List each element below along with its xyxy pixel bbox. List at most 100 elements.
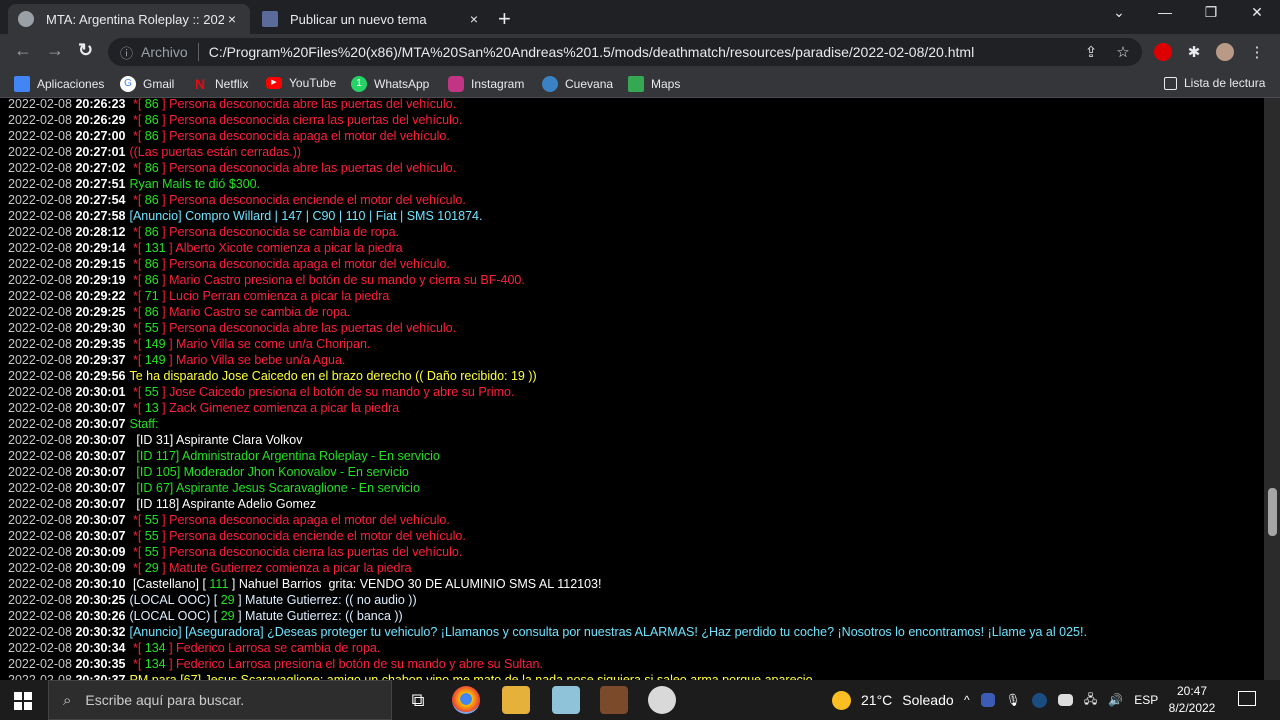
bookmark-aplicaciones[interactable]: Aplicaciones xyxy=(14,76,104,92)
discord-icon[interactable] xyxy=(1057,694,1073,706)
close-tab-icon[interactable]: × xyxy=(466,11,482,27)
new-tab-button[interactable]: + xyxy=(498,6,511,32)
bookmark-label: Netflix xyxy=(215,77,249,91)
bookmark-star-icon[interactable]: ☆ xyxy=(1114,43,1132,61)
log-message-segment: *[ xyxy=(129,529,145,543)
notifications-icon[interactable] xyxy=(1238,691,1256,706)
bookmark-instagram[interactable]: Instagram xyxy=(448,76,524,92)
network-icon[interactable]: 🖧 xyxy=(1084,690,1097,711)
log-line: 2022-02-08 20:30:07 *[ 55 ] Persona desc… xyxy=(8,512,1087,528)
tab-search-icon[interactable]: ⌄ xyxy=(1096,4,1142,21)
chrome-icon[interactable] xyxy=(452,686,480,714)
scrollbar-thumb[interactable] xyxy=(1268,488,1277,536)
back-icon[interactable]: ← xyxy=(14,40,32,61)
log-message-segment: 149 xyxy=(144,337,166,351)
taskbar-search[interactable]: ⌕ Escribe aquí para buscar. xyxy=(48,680,392,720)
extension-adblock-icon[interactable] xyxy=(1154,43,1172,61)
clock-date: 8/2/2022 xyxy=(1168,701,1216,715)
log-time: 20:30:34 xyxy=(75,641,126,655)
tab-publicar[interactable]: Publicar un nuevo tema × xyxy=(252,4,492,34)
gta-sa-icon[interactable] xyxy=(600,686,628,714)
paint-icon[interactable] xyxy=(648,686,676,714)
log-line: 2022-02-08 20:27:51 Ryan Mails te dió $30… xyxy=(8,176,1087,192)
log-message-segment: [ID 105] Moderador Jhon Konovalov - En s… xyxy=(129,465,409,479)
bookmark-whatsapp[interactable]: 1 WhatsApp xyxy=(351,76,429,92)
whatsapp-icon: 1 xyxy=(351,76,367,92)
log-message-segment: ] Persona desconocida cierra las puertas… xyxy=(158,545,463,559)
apps-grid-icon xyxy=(14,76,30,92)
log-date: 2022-02-08 xyxy=(8,385,72,399)
bookmark-cuevana[interactable]: Cuevana xyxy=(542,76,613,92)
steam-icon[interactable] xyxy=(1031,692,1047,708)
log-message-segment: 29 xyxy=(220,609,235,623)
extensions-puzzle-icon[interactable]: ✱ xyxy=(1185,43,1203,61)
log-line: 2022-02-08 20:30:07 [ID 31] Aspirante Cl… xyxy=(8,432,1087,448)
bookmark-maps[interactable]: Maps xyxy=(628,76,680,92)
log-message-segment: ] Jose Caicedo presiona el botón de su m… xyxy=(158,385,515,399)
tab-title: MTA: Argentina Roleplay :: 2022-02-08 xyxy=(46,11,224,27)
microphone-icon[interactable]: 🎙 xyxy=(1006,693,1021,707)
weather-widget[interactable]: 21°C Soleado xyxy=(832,680,954,720)
log-message-segment: 86 xyxy=(144,161,159,175)
reading-list-button[interactable]: Lista de lectura xyxy=(1164,76,1265,90)
log-time: 20:27:02 xyxy=(75,161,126,175)
share-icon[interactable]: ⇪ xyxy=(1082,43,1100,61)
file-explorer-icon[interactable] xyxy=(502,686,530,714)
log-message-segment: *[ xyxy=(129,513,145,527)
scrollbar[interactable] xyxy=(1264,98,1280,680)
taskbar: ⌕ Escribe aquí para buscar. ⧉ 21°C Solead… xyxy=(0,680,1280,720)
log-line: 2022-02-08 20:30:01 *[ 55 ] Jose Caicedo… xyxy=(8,384,1087,400)
log-message-segment: 13 xyxy=(144,401,159,415)
minimize-button[interactable]: — xyxy=(1142,4,1188,20)
clock[interactable]: 20:47 8/2/2022 xyxy=(1160,683,1224,717)
log-message-segment: ] Persona desconocida se cambia de ropa. xyxy=(158,225,400,239)
chat-log: 2022-02-08 20:26:23 *[ 86 ] Persona desc… xyxy=(8,98,1087,680)
bookmark-gmail[interactable]: G Gmail xyxy=(120,76,174,92)
bookmark-netflix[interactable]: N Netflix xyxy=(192,76,248,92)
youtube-icon: ▶ xyxy=(266,77,282,89)
volume-icon[interactable]: 🔊 xyxy=(1108,693,1123,707)
close-window-button[interactable]: ✕ xyxy=(1234,4,1280,21)
bookmark-label: Cuevana xyxy=(565,77,614,91)
log-time: 20:30:07 xyxy=(75,449,126,463)
log-message-segment: 86 xyxy=(144,98,159,111)
log-date: 2022-02-08 xyxy=(8,98,72,111)
log-line: 2022-02-08 20:27:01 ((Las puertas están c… xyxy=(8,144,1087,160)
log-message-segment: *[ xyxy=(129,161,145,175)
log-message-segment: 86 xyxy=(144,129,159,143)
maximize-button[interactable]: ❐ xyxy=(1188,4,1234,21)
url-text[interactable]: C:/Program%20Files%20(x86)/MTA%20San%20A… xyxy=(209,44,974,60)
forward-icon[interactable]: → xyxy=(46,40,64,61)
log-message-segment: ] Persona desconocida apaga el motor del… xyxy=(158,513,450,527)
bookmark-label: Aplicaciones xyxy=(37,77,105,91)
log-message-segment: ] Persona desconocida enciende el motor … xyxy=(158,529,466,543)
show-hidden-icons-chevron[interactable]: ^ xyxy=(964,693,970,707)
windows-start-icon[interactable] xyxy=(14,692,32,710)
task-view-icon[interactable]: ⧉ xyxy=(404,686,432,714)
log-date: 2022-02-08 xyxy=(8,593,72,607)
profile-avatar[interactable] xyxy=(1216,43,1234,61)
close-tab-icon[interactable]: × xyxy=(224,11,240,27)
tab-mta-log[interactable]: MTA: Argentina Roleplay :: 2022-02-08 × xyxy=(8,4,250,34)
forum-favicon-icon xyxy=(262,11,278,27)
bookmark-youtube[interactable]: ▶ YouTube xyxy=(266,76,336,90)
log-line: 2022-02-08 20:30:09 *[ 55 ] Persona desc… xyxy=(8,544,1087,560)
log-message-segment: *[ xyxy=(129,129,145,143)
address-bar[interactable]: ⓘ Archivo C:/Program%20Files%20(x86)/MTA… xyxy=(108,38,1142,66)
log-date: 2022-02-08 xyxy=(8,513,72,527)
reload-icon[interactable]: ↻ xyxy=(78,40,93,61)
log-message-segment: 29 xyxy=(144,561,159,575)
info-icon[interactable]: ⓘ xyxy=(120,43,133,62)
menu-icon[interactable]: ⋮ xyxy=(1248,43,1266,61)
log-message-segment: ] Alberto Xicote comienza a picar la pie… xyxy=(165,241,403,255)
log-message-segment: 134 xyxy=(144,657,166,671)
log-message-segment: ] Persona desconocida enciende el motor … xyxy=(158,193,466,207)
log-message-segment: 134 xyxy=(144,641,166,655)
notepad-icon[interactable] xyxy=(552,686,580,714)
language-indicator[interactable]: ESP xyxy=(1134,693,1158,707)
app-tray-icon[interactable] xyxy=(980,693,995,707)
log-message-segment: *[ xyxy=(129,113,145,127)
log-message-segment: Staff: xyxy=(129,417,159,431)
log-time: 20:30:07 xyxy=(75,481,126,495)
instagram-icon xyxy=(448,76,464,92)
